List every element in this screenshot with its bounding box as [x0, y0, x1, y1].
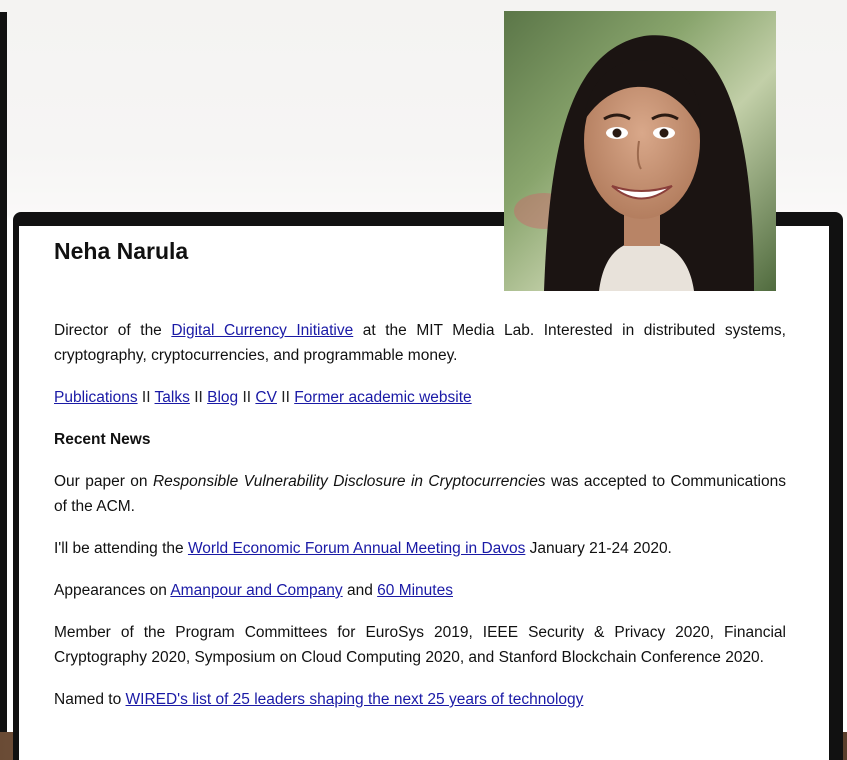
intro-paragraph: Director of the Digital Currency Initiat… [54, 318, 786, 368]
talks-link[interactable]: Talks [155, 389, 190, 406]
cv-link[interactable]: CV [255, 389, 277, 406]
news-text: Member of the Program Committees for Eur… [54, 624, 786, 666]
news-text: and [342, 582, 378, 599]
nav-separator: II [141, 389, 151, 406]
news-item: Appearances on Amanpour and Company and … [54, 578, 786, 603]
news-item: Our paper on Responsible Vulnerability D… [54, 469, 786, 519]
intro-text-before: Director of the [54, 322, 172, 339]
news-item: Member of the Program Committees for Eur… [54, 620, 786, 670]
window-edge [0, 12, 7, 760]
profile-photo [504, 11, 776, 291]
nav-links: Publications II Talks II Blog II CV II F… [54, 385, 786, 410]
recent-news-heading: Recent News [54, 431, 151, 448]
news-text: January 21-24 2020. [525, 540, 672, 557]
news-text: I'll be attending the [54, 540, 188, 557]
paper-title: Responsible Vulnerability Disclosure in … [152, 473, 546, 490]
wired-list-link[interactable]: WIRED's list of 25 leaders shaping the n… [126, 691, 584, 708]
amanpour-link[interactable]: Amanpour and Company [170, 582, 342, 599]
nav-separator: II [194, 389, 203, 406]
nav-separator: II [281, 389, 290, 406]
wef-davos-link[interactable]: World Economic Forum Annual Meeting in D… [188, 540, 525, 557]
former-academic-website-link[interactable]: Former academic website [294, 389, 471, 406]
news-text: Our paper on [54, 473, 153, 490]
main-content: Director of the Digital Currency Initiat… [54, 318, 786, 729]
news-item: I'll be attending the World Economic For… [54, 536, 786, 561]
nav-separator: II [242, 389, 252, 406]
page-title: Neha Narula [54, 238, 189, 264]
portrait-image [504, 11, 776, 291]
digital-currency-initiative-link[interactable]: Digital Currency Initiative [171, 322, 353, 339]
blog-link[interactable]: Blog [207, 389, 238, 406]
news-item: Named to WIRED's list of 25 leaders shap… [54, 687, 786, 712]
sixty-minutes-link[interactable]: 60 Minutes [377, 582, 453, 599]
news-text: Appearances on [54, 582, 171, 599]
news-text: Named to [54, 691, 126, 708]
publications-link[interactable]: Publications [54, 389, 138, 406]
